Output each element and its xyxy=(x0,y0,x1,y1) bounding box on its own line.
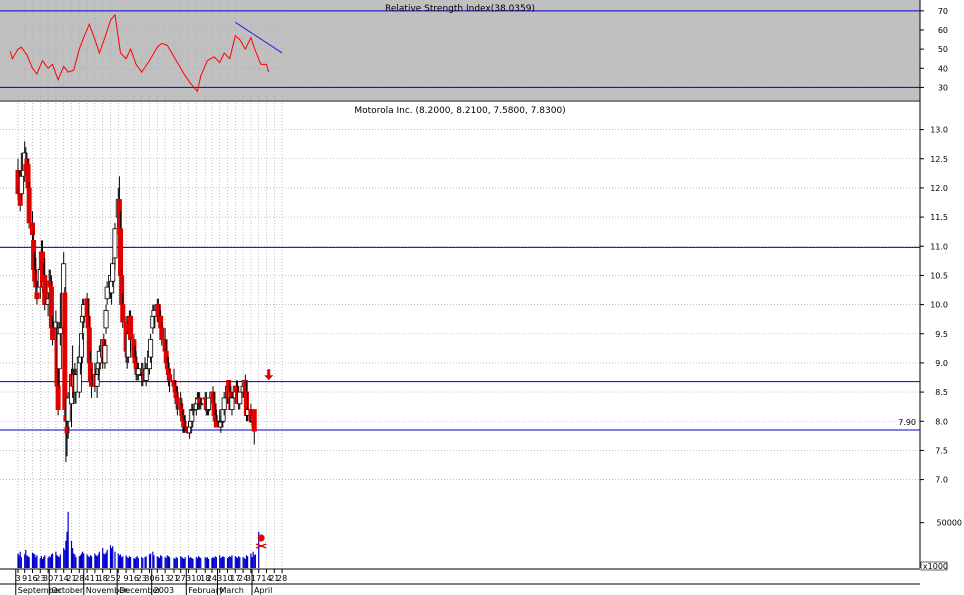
candle-body xyxy=(167,374,173,381)
x-tick-label: 28 xyxy=(277,574,287,583)
price-y-axis: 7.0 7.5 8.0 8.5 9.0 9.5 10.0 10.5 11.0 11.5 12.0 12… xyxy=(920,126,948,485)
candle-body xyxy=(159,327,165,340)
price-tick-label: 7.5 xyxy=(935,446,948,455)
rsi-title: Relative Strength Index(38.0359) xyxy=(385,4,535,14)
price-grid xyxy=(0,103,920,568)
candle-body xyxy=(120,304,126,323)
candle-body xyxy=(198,403,204,406)
candle-body xyxy=(221,397,227,410)
skull-icon xyxy=(255,534,267,549)
x-tick-label: 2 xyxy=(116,574,121,583)
candle-body xyxy=(112,228,118,259)
candle-body xyxy=(229,397,235,410)
x-tick-label: 31 xyxy=(246,574,256,583)
price-tick-label: 11.0 xyxy=(930,242,948,251)
month-label: October xyxy=(51,586,84,595)
candle-body xyxy=(135,368,141,375)
candle-body xyxy=(128,315,134,340)
month-label: March xyxy=(219,586,243,595)
candle-body xyxy=(55,385,61,410)
price-tick-label: 11.5 xyxy=(930,213,948,222)
candle-body xyxy=(251,409,257,432)
candle-body xyxy=(103,310,109,329)
down-arrow-icon xyxy=(264,369,274,381)
price-annotations: 7.90 xyxy=(264,369,916,427)
volume-bars xyxy=(17,511,267,568)
price-tick-label: 10.5 xyxy=(930,271,948,280)
candle-body xyxy=(110,263,116,282)
price-tick-label: 12.5 xyxy=(930,155,948,164)
volume-y-axis: 50000 x1000 xyxy=(920,519,962,571)
candle-body xyxy=(18,175,24,195)
price-tick-label: 9.0 xyxy=(935,359,948,368)
x-tick-label: 30 xyxy=(43,574,53,583)
price-tick-label: 8.5 xyxy=(935,388,948,397)
price-tick-label: 13.0 xyxy=(930,126,948,135)
volume-tick-label: 50000 xyxy=(937,519,962,528)
stock-chart: Relative Strength Index(38.0359) 30 40 50 6… xyxy=(0,0,962,595)
price-tick-label: 9.5 xyxy=(935,330,948,339)
price-tick-label: 8.0 xyxy=(935,417,948,426)
candle-body xyxy=(174,397,180,405)
candle-body xyxy=(62,292,68,410)
price-tick-label: 7.0 xyxy=(935,476,948,485)
rsi-tick-label: 40 xyxy=(938,64,948,73)
x-tick-label: 30 xyxy=(144,574,154,583)
price-title: Motorola Inc. (8.2000, 8.2100, 7.5800, 7… xyxy=(354,106,565,116)
month-label: April xyxy=(254,586,272,595)
skull-head xyxy=(257,534,265,542)
date-axis: 3 9 162330 7 142128 4 111825 2 9 162330 6 132127 3 10… xyxy=(0,568,920,595)
rsi-tick-label: 70 xyxy=(938,7,948,16)
skull-bones xyxy=(255,543,267,549)
price-tick-label: 10.0 xyxy=(930,301,948,310)
candle-body xyxy=(50,327,56,340)
rsi-panel xyxy=(0,0,920,100)
candle-body xyxy=(151,310,157,317)
x-tick-label: 27 xyxy=(176,574,186,583)
x-tick-label: 25 xyxy=(105,574,115,583)
candle-body xyxy=(118,228,124,276)
price-reference-lines xyxy=(0,246,920,431)
candle-body xyxy=(143,368,149,381)
x-tick-label: 28 xyxy=(74,574,84,583)
x-tick-label: 24 xyxy=(207,574,217,583)
candle-body xyxy=(206,397,212,410)
candle-body xyxy=(104,286,110,300)
last-price-label: 7.90 xyxy=(898,418,916,427)
candle-body xyxy=(237,391,243,405)
candle-body xyxy=(57,327,63,335)
candle-body xyxy=(34,292,40,300)
rsi-tick-label: 50 xyxy=(938,45,948,54)
volume-unit-label: x1000 xyxy=(923,562,948,571)
candle-body xyxy=(26,187,32,224)
candle-body xyxy=(148,339,154,358)
price-tick-label: 12.0 xyxy=(930,184,948,193)
candle-body xyxy=(102,345,108,364)
month-label: 2003 xyxy=(154,586,174,595)
rsi-tick-label: 60 xyxy=(938,26,948,35)
rsi-tick-label: 30 xyxy=(938,83,948,92)
